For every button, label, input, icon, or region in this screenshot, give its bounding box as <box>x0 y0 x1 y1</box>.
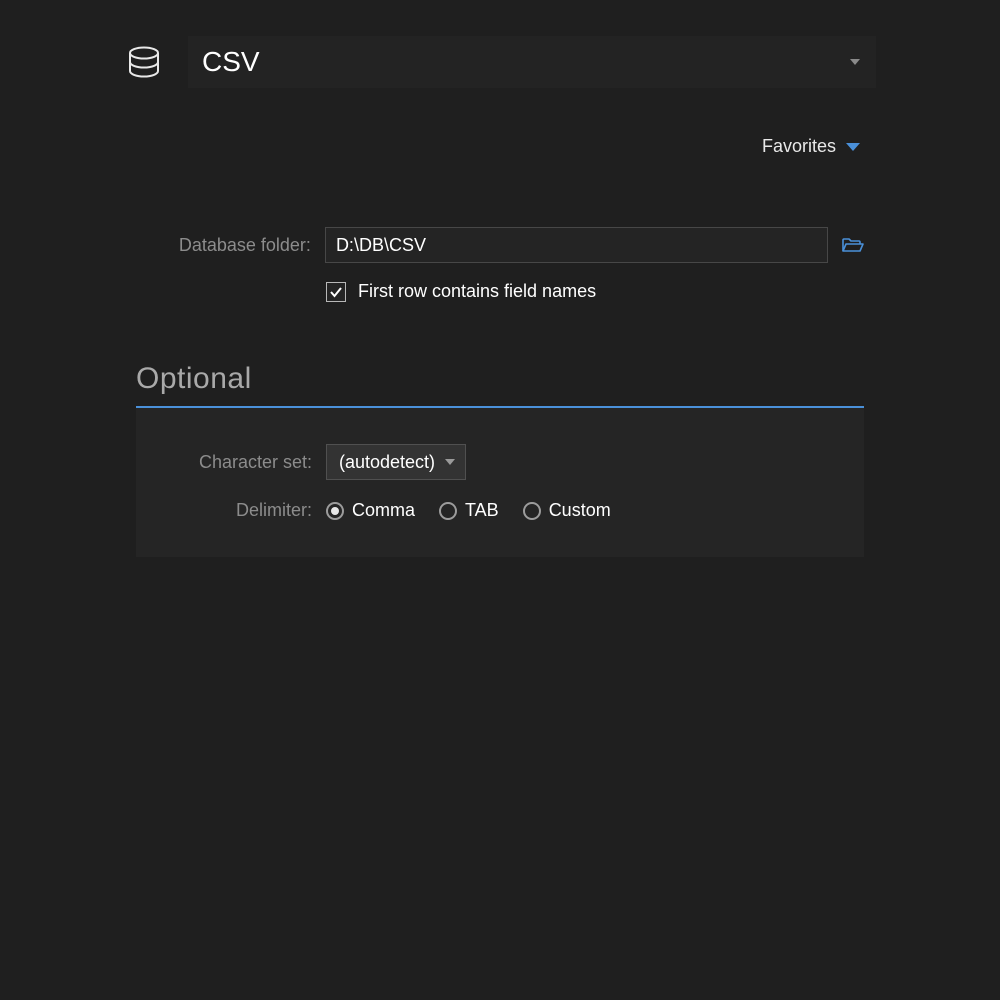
first-row-field-names-checkbox[interactable] <box>326 282 346 302</box>
optional-section-body: Character set: (autodetect) Delimiter: C… <box>136 408 864 557</box>
folder-open-icon <box>842 237 864 253</box>
radio-icon <box>523 502 541 520</box>
database-folder-input[interactable] <box>325 227 828 263</box>
character-set-label: Character set: <box>136 452 326 473</box>
delimiter-radio-comma[interactable]: Comma <box>326 500 415 521</box>
favorites-dropdown[interactable]: Favorites <box>0 136 1000 157</box>
optional-section-title: Optional <box>136 362 1000 396</box>
delimiter-custom-label: Custom <box>549 500 611 521</box>
checkmark-icon <box>329 285 343 299</box>
database-folder-label: Database folder: <box>136 235 325 256</box>
triangle-down-icon <box>846 143 860 151</box>
chevron-down-icon <box>850 59 860 65</box>
delimiter-radio-tab[interactable]: TAB <box>439 500 499 521</box>
delimiter-label: Delimiter: <box>136 500 326 521</box>
delimiter-comma-label: Comma <box>352 500 415 521</box>
radio-icon <box>326 502 344 520</box>
character-set-select[interactable]: (autodetect) <box>326 444 466 480</box>
delimiter-radio-group: Comma TAB Custom <box>326 500 611 521</box>
database-icon <box>124 42 164 82</box>
chevron-down-icon <box>445 459 455 465</box>
delimiter-radio-custom[interactable]: Custom <box>523 500 611 521</box>
favorites-label: Favorites <box>762 136 836 157</box>
character-set-value: (autodetect) <box>339 452 435 473</box>
database-type-label: CSV <box>202 46 260 78</box>
delimiter-tab-label: TAB <box>465 500 499 521</box>
browse-folder-button[interactable] <box>842 237 864 253</box>
radio-icon <box>439 502 457 520</box>
database-type-select[interactable]: CSV <box>188 36 876 88</box>
first-row-field-names-label: First row contains field names <box>358 281 596 302</box>
